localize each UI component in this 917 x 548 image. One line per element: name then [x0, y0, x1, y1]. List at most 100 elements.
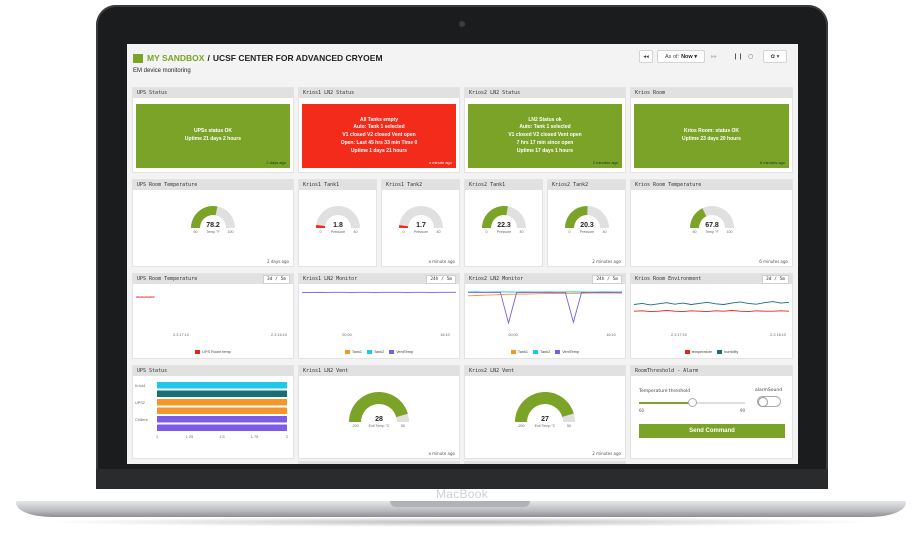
series-line-0	[467, 292, 622, 297]
line-chart: 00:00 16:10	[467, 291, 622, 337]
widget-room-threshold-alarm[interactable]: RoomThreshold - Alarm Temperature thresh…	[631, 366, 792, 458]
legend-item[interactable]: VentTemp	[389, 350, 413, 354]
legend-label: UPS Room temp	[202, 350, 231, 354]
widget-krios-room-temperature[interactable]: Krios Room Temperature 67.8 Temp °F 50 100 …	[631, 180, 792, 266]
chart-title: UPS Room Temperature	[137, 276, 198, 282]
widget-title: Krios2 Tank2	[548, 180, 625, 190]
gauge-unit: Pressure	[413, 230, 427, 234]
gauge: 1.8 Pressure 0 40	[299, 200, 376, 238]
slider-max-label: 90	[740, 408, 746, 413]
updated-timestamp: 6 minutes ago	[759, 259, 788, 264]
gauge-min-label: 50	[194, 230, 198, 234]
legend-swatch	[555, 350, 561, 354]
bar	[157, 416, 287, 423]
asof-label: As of:	[665, 53, 680, 60]
chart-title: Krios2 LN2 Monitor	[469, 276, 524, 282]
status-line: Krios Room: status OK	[683, 128, 739, 135]
forward-icon[interactable]: ▸▸	[711, 53, 717, 60]
gauge-max-label: 40	[353, 230, 357, 234]
legend-label: Tank1	[351, 350, 363, 354]
gauge-svg: 78.2Temp °F 50 100	[191, 206, 235, 234]
widget-title: Krios Room Temperature	[631, 180, 792, 190]
gauge-value: 27	[541, 416, 549, 423]
widget-krios-room-environment[interactable]: Krios Room Environment 3d / 5m 2-3 17:10 2…	[631, 274, 792, 358]
status-line: Auto: Tank 1 selected	[353, 124, 405, 131]
legend-swatch	[195, 350, 201, 354]
time-range-button[interactable]: 3d / 5m	[762, 275, 789, 284]
line-chart: 2-3 17:10 2-3 16:10	[633, 301, 790, 337]
legend-item[interactable]: UPS Room temp	[195, 350, 231, 354]
sandbox-logo-icon[interactable]	[133, 54, 143, 63]
gauge-svg: 28Exit Temp °C -200 50	[349, 392, 409, 428]
gauge-svg: 67.8Temp °F 50 100	[689, 206, 734, 234]
widget-ups-status-bars[interactable]: UPS Status Krios1 UPS2 Chillers 1 1.25 1.5 1.7…	[133, 366, 293, 458]
gauge-unit: Pressure	[579, 230, 593, 234]
legend-item[interactable]: VentTemp	[555, 350, 579, 354]
widget-krios1-ln2-status[interactable]: Krios1 LN2 Status All Tanks empty Auto: …	[299, 88, 459, 172]
legend-label: temperature	[691, 350, 713, 354]
chart-title: Krios Room Environment	[635, 276, 702, 282]
legend-item[interactable]: Tank2	[533, 350, 550, 354]
time-range-button[interactable]: 24h / 5m	[592, 275, 622, 284]
widget-krios1-tank1[interactable]: Krios1 Tank1 1.8 Pressure 0 40	[299, 180, 376, 266]
status-line: All Tanks empty	[360, 116, 398, 123]
legend-item[interactable]: Tank1	[510, 350, 528, 354]
widget-krios2-tank1[interactable]: Krios2 Tank1 22.3 Pressure 0 40	[465, 180, 542, 266]
chart-legend: Tank1 Tank2 VentTemp	[299, 350, 459, 354]
camera-icon	[459, 21, 465, 27]
gauge-max-label: 50	[567, 424, 571, 428]
updated-timestamp: 2 days ago	[266, 159, 286, 165]
widget-ups-room-temperature-chart[interactable]: UPS Room Temperature 3d / 5m 2-3 17:10 2-3…	[133, 274, 293, 358]
status-line: V1 closed V2 closed Vent open	[342, 132, 416, 139]
legend-item[interactable]: Tank2	[367, 350, 384, 354]
legend-swatch	[389, 350, 395, 354]
breadcrumb-root[interactable]: MY SANDBOX	[147, 53, 204, 63]
rewind-button[interactable]: ◂◂	[639, 50, 653, 63]
widget-krios1-tank2[interactable]: Krios1 Tank2 1.7 Pressure 0 40 a minute ago	[382, 180, 459, 266]
legend-item[interactable]: temperature	[684, 350, 713, 354]
threshold-slider[interactable]	[639, 399, 745, 406]
widget-ups-room-temperature[interactable]: UPS Room Temperature 78.2 Temp °F 50 100 2 …	[133, 180, 293, 266]
widget-title: Krios1 LN2 Monitor 24h / 5m	[299, 274, 459, 284]
time-range-button[interactable]: 24h / 5m	[426, 275, 456, 284]
x-tick-label: 00:00	[508, 333, 518, 337]
slider-handle[interactable]	[688, 399, 696, 406]
time-range-button[interactable]: 3d / 5m	[263, 275, 290, 284]
alarm-sound-toggle[interactable]	[757, 396, 781, 407]
send-command-button[interactable]: Send Command	[639, 424, 785, 438]
gauge-value: 22.3	[497, 222, 511, 229]
widget-ups-status[interactable]: UPS Status UPSs status OK Uptime 21 days…	[133, 88, 293, 172]
line-chart: 00:00 16:10	[302, 291, 456, 337]
gauge-min-label: 0	[485, 230, 487, 234]
breadcrumb-separator: /	[207, 53, 210, 63]
x-tick-label: 00:00	[342, 333, 352, 337]
settings-button[interactable]: ✿ ▾	[763, 50, 787, 63]
gauge-svg: 1.7Pressure 0 40	[398, 206, 443, 234]
widget-krios1-ln2-vent[interactable]: Krios1 LN2 Vent 28 Exit Temp °C -200 50 a m…	[299, 366, 459, 458]
gauge-svg: 1.8Pressure 0 40	[315, 206, 360, 234]
updated-timestamp: a minute ago	[428, 451, 455, 456]
status-line: Uptime 23 days 20 hours	[682, 136, 741, 142]
widget-title: Krios2 LN2 Monitor 24h / 5m	[465, 274, 625, 284]
widget-krios2-ln2-vent[interactable]: Krios2 LN2 Vent 27 Exit Temp °C -200 50 2 m…	[465, 366, 625, 458]
widget-krios-room[interactable]: Krios Room Krios Room: status OK Uptime …	[631, 88, 792, 172]
x-tick-label: 1.5	[219, 435, 224, 439]
updated-timestamp: 2 minutes ago	[592, 451, 621, 456]
gauge-max-label: 40	[519, 230, 523, 234]
gauge-unit: Temp °F	[206, 230, 220, 234]
status-line: Open: Last 45 hrs 33 min Time 0	[340, 139, 418, 146]
asof-dropdown[interactable]: As of: Now ▾	[657, 50, 705, 63]
legend-swatch	[367, 350, 373, 354]
widget-krios2-ln2-status[interactable]: Krios2 LN2 Status LN2 Status ok Auto: Ta…	[465, 88, 625, 172]
legend-item[interactable]: Tank1	[344, 350, 363, 354]
widget-krios2-ln2-monitor[interactable]: Krios2 LN2 Monitor 24h / 5m 00:00 16:10 Ta…	[465, 274, 625, 358]
refresh-icon[interactable]: ○	[748, 53, 753, 60]
widget-krios2-tank2[interactable]: Krios2 Tank2 20.3 Pressure 0 40 2 minutes a…	[548, 180, 625, 266]
widget-krios1-ln2-monitor[interactable]: Krios1 LN2 Monitor 24h / 5m 00:00 16:10 Ta…	[299, 274, 459, 358]
widget-title: Krios1 LN2 Vent	[299, 366, 459, 376]
gauge: 27 Exit Temp °C -200 50	[465, 388, 625, 434]
dashboard-header: MY SANDBOX / UCSF CENTER FOR ADVANCED CRYO…	[127, 44, 798, 78]
legend-item[interactable]: humidity	[717, 350, 738, 354]
pause-icon[interactable]: ❙❙	[733, 53, 743, 60]
series-line-1	[633, 301, 790, 306]
